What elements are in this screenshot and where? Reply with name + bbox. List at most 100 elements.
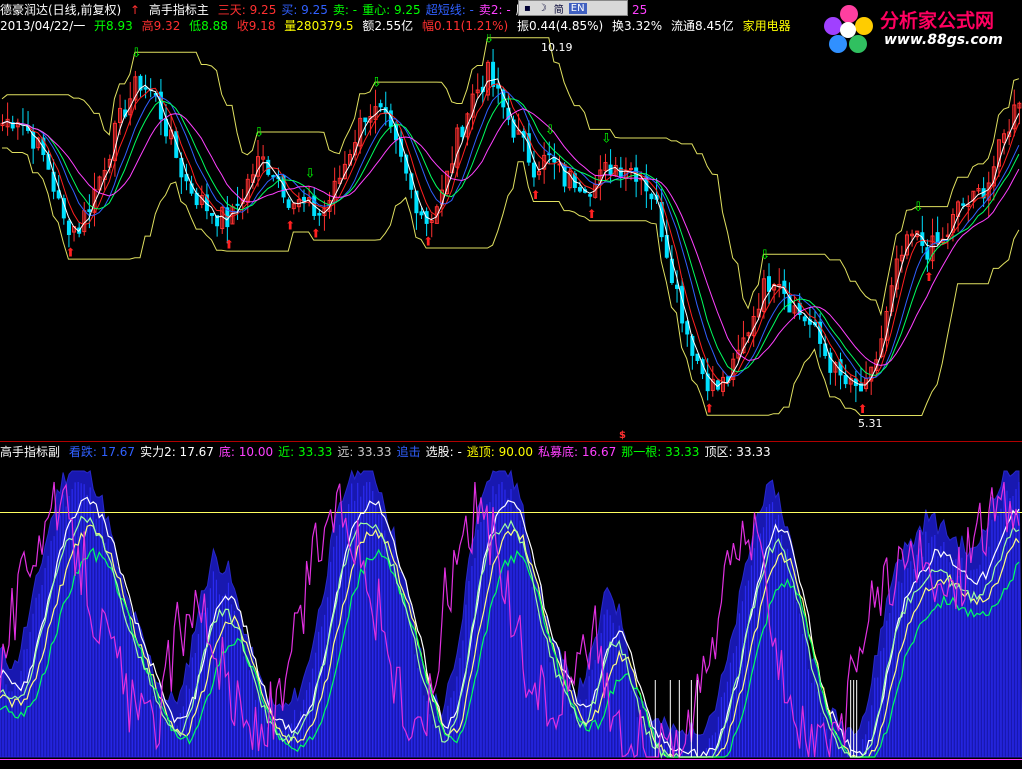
sell-arrow-icon: ⇩ xyxy=(545,123,556,138)
turnover: 换3.32% xyxy=(612,19,663,33)
candle-body xyxy=(843,374,848,385)
resistance-line xyxy=(1,37,1020,317)
moon-icon[interactable]: ☽ xyxy=(536,3,549,14)
candle-body xyxy=(659,201,664,238)
candle-body xyxy=(143,87,148,90)
indicator-value-1: 买: 9.25 xyxy=(281,3,328,17)
header-partial: 25 xyxy=(632,3,648,17)
candle-body xyxy=(317,213,322,216)
sell-arrow-icon: ⇩ xyxy=(601,132,612,147)
buy-arrow-icon: ⬆ xyxy=(924,270,934,284)
change: 幅0.11(1.21%) xyxy=(421,19,509,33)
buy-arrow-icon: ⬆ xyxy=(285,218,295,232)
buy-arrow-icon: ⬆ xyxy=(530,188,540,202)
candle-body xyxy=(164,118,169,137)
low: 低8.88 xyxy=(189,19,228,33)
candle-body xyxy=(491,61,496,87)
candle-body xyxy=(363,117,368,123)
candle-body xyxy=(460,126,465,138)
buy-arrow-icon: ⬆ xyxy=(587,207,597,221)
panel-divider[interactable] xyxy=(0,441,1022,442)
buy-arrow-icon: ⬆ xyxy=(311,227,321,241)
ma-line-magenta xyxy=(1,108,1020,366)
quote-info: 2013/04/22/一 开8.93 高9.32 低8.88 收9.18 量28… xyxy=(0,19,796,34)
sell-arrow-icon: ⇩ xyxy=(254,126,265,141)
logo-text: 分析家公式网 xyxy=(880,10,995,32)
candle-body xyxy=(562,164,567,187)
high: 高9.32 xyxy=(141,19,181,33)
high-price-label: 10.19 xyxy=(541,41,573,54)
candle-body xyxy=(588,194,593,197)
sell-arrow-icon: ⇩ xyxy=(913,200,924,215)
indicator-value-4: 超短线: - xyxy=(425,3,474,17)
tool-button[interactable]: ▪ xyxy=(522,3,533,14)
volume: 量280379.5 xyxy=(284,19,354,33)
sub-indicator-value-8: 私募底: 16.67 xyxy=(538,445,617,459)
sub-indicator-value-4: 远: 33.33 xyxy=(337,445,392,459)
candle-body xyxy=(531,162,536,178)
candle-body xyxy=(577,187,582,192)
candle-body xyxy=(419,211,424,216)
simplified-button[interactable]: 简 xyxy=(552,1,566,16)
english-button[interactable]: EN xyxy=(568,2,587,14)
sector: 家用电器 xyxy=(742,19,791,33)
indicator-main-name: 高手指标主 xyxy=(148,3,209,17)
sub-indicator-value-3: 近: 33.33 xyxy=(278,445,333,459)
indicator-value-0: 三天: 9.25 xyxy=(217,3,277,17)
float-shares: 流通8.45亿 xyxy=(671,19,734,33)
sell-arrow-icon: ⇩ xyxy=(483,34,494,46)
sell-arrow-icon: ⇩ xyxy=(131,46,142,61)
buy-arrow-icon: ⬆ xyxy=(65,246,75,260)
ma-line-white xyxy=(1,78,1020,388)
sub-indicator-header: 高手指标副 看跌: 17.67 实力2: 17.67 底: 10.00 近: 33.3… xyxy=(0,445,781,460)
stock-name: 德豪润达(日线,前复权) xyxy=(0,3,122,17)
buy-arrow-icon: ⬆ xyxy=(423,234,433,248)
date: 2013/04/22/一 xyxy=(0,19,86,33)
candle-body xyxy=(210,212,215,216)
close: 收9.18 xyxy=(236,19,276,33)
sub-indicator-value-10: 顶区: 33.33 xyxy=(704,445,771,459)
buy-arrow-icon: ⬆ xyxy=(704,402,714,416)
main-chart[interactable]: ⬆ ⇩ ⬆ ⇩ ⬆ ⇩ ⬆ ⇩ ⬆ ⇩ ⬆ ⇩ ⬆ ⇩ ⬆ ⇩ ⬆ ⇩ ⬆ xyxy=(0,34,1022,439)
amount: 额2.55亿 xyxy=(362,19,414,33)
sub-indicator-value-6: 选股: - xyxy=(425,445,462,459)
candle-body xyxy=(629,168,634,171)
indicator-arrow-icon: ↑ xyxy=(130,3,141,17)
indicator-value-5: 卖2: - xyxy=(478,3,511,17)
sub-indicator-value-1: 实力2: 17.67 xyxy=(140,445,214,459)
sell-arrow-icon: ⇩ xyxy=(759,248,770,263)
candle-body xyxy=(286,199,291,208)
sub-chart[interactable] xyxy=(0,462,1022,769)
candle-body xyxy=(802,316,807,322)
candle-body xyxy=(767,276,771,292)
input-toolbar[interactable]: ▪ ☽ 简 EN xyxy=(518,0,628,16)
dollar-marker: $ xyxy=(619,430,626,441)
sub-indicator-value-7: 逃顶: 90.00 xyxy=(466,445,534,459)
sub-indicator-value-5: 追击 xyxy=(396,445,421,459)
amplitude: 振0.44(4.85%) xyxy=(517,19,604,33)
buy-arrow-icon: ⬆ xyxy=(224,238,234,252)
sell-arrow-icon: ⇩ xyxy=(305,167,316,182)
indicator-value-2: 卖: - xyxy=(332,3,358,17)
sub-indicator-values: 看跌: 17.67 实力2: 17.67 底: 10.00 近: 33.33 远: 33… xyxy=(69,445,776,459)
sub-indicator-value-2: 底: 10.00 xyxy=(218,445,274,459)
candle-body xyxy=(235,203,240,206)
open: 开8.93 xyxy=(94,19,133,33)
sub-indicator-value-0: 看跌: 17.67 xyxy=(68,445,136,459)
indicator-values: 三天: 9.25买: 9.25卖: -重心: 9.25超短线: -卖2: -压力… xyxy=(218,3,557,17)
ma-line-green xyxy=(1,98,1020,376)
candle-body xyxy=(66,220,71,236)
low-price-label: 5.31 xyxy=(858,417,883,430)
candle-body xyxy=(961,203,966,206)
sub-indicator-value-9: 那一根: 33.33 xyxy=(621,445,700,459)
sell-arrow-icon: ⇩ xyxy=(371,76,382,91)
candle-body xyxy=(675,284,680,289)
candle-body xyxy=(87,209,92,212)
ma-line-blue xyxy=(1,91,1020,379)
indicator-header: 德豪润达(日线,前复权) ↑ 高手指标主 三天: 9.25 买: 9.25 卖: -… xyxy=(0,3,562,18)
buy-arrow-icon: ⬆ xyxy=(857,402,867,416)
candle-body xyxy=(649,193,654,200)
candle-body xyxy=(378,103,383,108)
indicator-value-3: 重心: 9.25 xyxy=(362,3,421,17)
sub-indicator-name: 高手指标副 xyxy=(0,445,61,459)
